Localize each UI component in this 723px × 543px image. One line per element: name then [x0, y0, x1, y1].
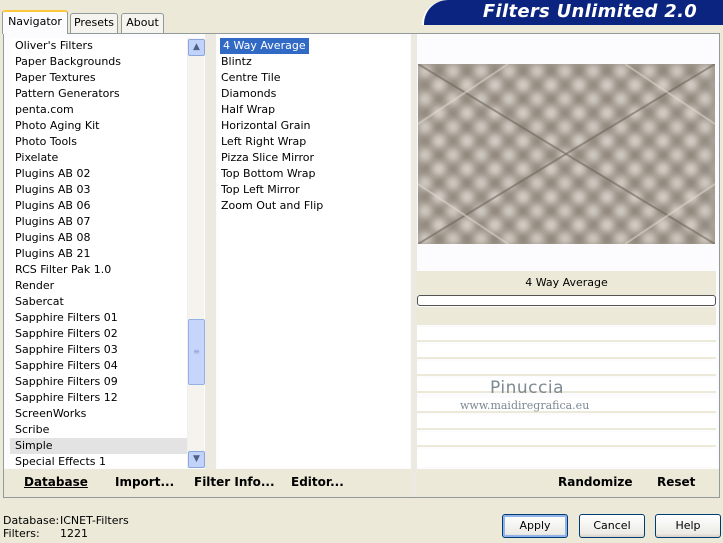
- filter-item[interactable]: Blintz: [218, 54, 410, 70]
- app-title: Filters Unlimited 2.0: [482, 1, 698, 22]
- category-item[interactable]: Scribe: [10, 422, 187, 438]
- filter-item-label: Zoom Out and Flip: [221, 199, 324, 212]
- filter-item[interactable]: Top Bottom Wrap: [218, 166, 410, 182]
- category-scrollbar[interactable]: ▲ ≡ ▼: [187, 38, 205, 468]
- randomize-button[interactable]: Randomize: [558, 475, 632, 489]
- category-item[interactable]: Photo Tools: [10, 134, 187, 150]
- grip-icon: ≡: [193, 347, 200, 356]
- apply-button[interactable]: Apply: [502, 514, 568, 538]
- database-label: Database:: [3, 514, 60, 527]
- category-item[interactable]: Photo Aging Kit: [10, 118, 187, 134]
- reset-button[interactable]: Reset: [657, 475, 695, 489]
- database-value: ICNET-Filters: [60, 514, 129, 527]
- category-item[interactable]: Plugins AB 06: [10, 198, 187, 214]
- category-item[interactable]: Plugins AB 03: [10, 182, 187, 198]
- chevron-up-icon: ▲: [193, 42, 200, 52]
- tab-about[interactable]: About: [121, 13, 164, 33]
- category-item[interactable]: Paper Backgrounds: [10, 54, 187, 70]
- tab-navigator[interactable]: Navigator: [2, 10, 68, 34]
- filter-info-button[interactable]: Filter Info...: [194, 475, 275, 489]
- category-item[interactable]: Sapphire Filters 04: [10, 358, 187, 374]
- scroll-down-button[interactable]: ▼: [188, 451, 205, 468]
- parameter-slot: [417, 432, 716, 447]
- divider: [205, 34, 216, 469]
- category-item[interactable]: Simple: [10, 438, 187, 454]
- watermark-name: Pinuccia: [490, 378, 564, 398]
- category-item[interactable]: Render: [10, 278, 187, 294]
- database-button[interactable]: Database: [24, 475, 88, 489]
- filter-item-label: Top Bottom Wrap: [221, 167, 316, 180]
- cancel-button[interactable]: Cancel: [579, 514, 645, 538]
- filters-count-value: 1221: [60, 527, 88, 540]
- filter-item[interactable]: Horizontal Grain: [218, 118, 410, 134]
- filter-item-label: Horizontal Grain: [221, 119, 311, 132]
- filter-item-label: Pizza Slice Mirror: [221, 151, 315, 164]
- filter-item-label: Top Left Mirror: [221, 183, 300, 196]
- filter-item[interactable]: Pizza Slice Mirror: [218, 150, 410, 166]
- filter-item[interactable]: Half Wrap: [218, 102, 410, 118]
- editor-button[interactable]: Editor...: [291, 475, 344, 489]
- parameter-slot: [417, 344, 716, 359]
- category-item[interactable]: Oliver's Filters: [10, 38, 187, 54]
- category-item[interactable]: Sapphire Filters 12: [10, 390, 187, 406]
- category-list[interactable]: Oliver's Filters Paper Backgrounds Paper T…: [10, 38, 187, 468]
- category-item[interactable]: penta.com: [10, 102, 187, 118]
- filter-item-label: Blintz: [221, 55, 252, 68]
- filter-list[interactable]: 4 Way Average Blintz Centre Tile Diamonds Ha…: [218, 38, 410, 468]
- category-item[interactable]: Pixelate: [10, 150, 187, 166]
- category-item[interactable]: Special Effects 1: [10, 454, 187, 468]
- filter-item-label: Half Wrap: [221, 103, 276, 116]
- filter-item[interactable]: Centre Tile: [218, 70, 410, 86]
- category-item[interactable]: Sapphire Filters 02: [10, 326, 187, 342]
- preview-image: [418, 64, 715, 244]
- watermark-url: www.maidiregrafica.eu: [460, 399, 590, 412]
- filter-item-label: Centre Tile: [221, 71, 281, 84]
- progress-bar: [417, 295, 716, 306]
- chevron-down-icon: ▼: [193, 454, 200, 464]
- tab-presets[interactable]: Presets: [70, 13, 118, 33]
- filter-item[interactable]: Top Left Mirror: [218, 182, 410, 198]
- parameter-slot: [417, 327, 716, 342]
- current-filter-label: 4 Way Average: [417, 271, 716, 295]
- help-button[interactable]: Help: [655, 514, 721, 538]
- category-item[interactable]: Sabercat: [10, 294, 187, 310]
- filter-item-label: 4 Way Average: [220, 38, 309, 54]
- import-button[interactable]: Import...: [115, 475, 174, 489]
- parameter-slot: [417, 449, 716, 467]
- parameter-slot: [417, 415, 716, 430]
- scroll-up-button[interactable]: ▲: [188, 39, 205, 56]
- parameter-header: [417, 307, 716, 325]
- filter-item-label: Diamonds: [221, 87, 277, 100]
- category-item[interactable]: RCS Filter Pak 1.0: [10, 262, 187, 278]
- category-item[interactable]: Plugins AB 07: [10, 214, 187, 230]
- category-item[interactable]: Paper Textures: [10, 70, 187, 86]
- category-item[interactable]: Sapphire Filters 03: [10, 342, 187, 358]
- filter-item[interactable]: Left Right Wrap: [218, 134, 410, 150]
- category-item[interactable]: Plugins AB 02: [10, 166, 187, 182]
- filter-item[interactable]: Zoom Out and Flip: [218, 198, 410, 214]
- category-item[interactable]: Plugins AB 21: [10, 246, 187, 262]
- category-item[interactable]: Pattern Generators: [10, 86, 187, 102]
- category-item[interactable]: ScreenWorks: [10, 406, 187, 422]
- filter-item[interactable]: 4 Way Average: [218, 38, 410, 54]
- parameter-slot: [417, 378, 716, 393]
- filter-item-label: Left Right Wrap: [221, 135, 307, 148]
- filters-count-label: Filters:: [3, 527, 40, 540]
- filter-item[interactable]: Diamonds: [218, 86, 410, 102]
- category-item[interactable]: Sapphire Filters 09: [10, 374, 187, 390]
- category-item[interactable]: Sapphire Filters 01: [10, 310, 187, 326]
- category-item[interactable]: Plugins AB 08: [10, 230, 187, 246]
- parameter-slot: [417, 361, 716, 376]
- scroll-thumb[interactable]: ≡: [188, 319, 205, 385]
